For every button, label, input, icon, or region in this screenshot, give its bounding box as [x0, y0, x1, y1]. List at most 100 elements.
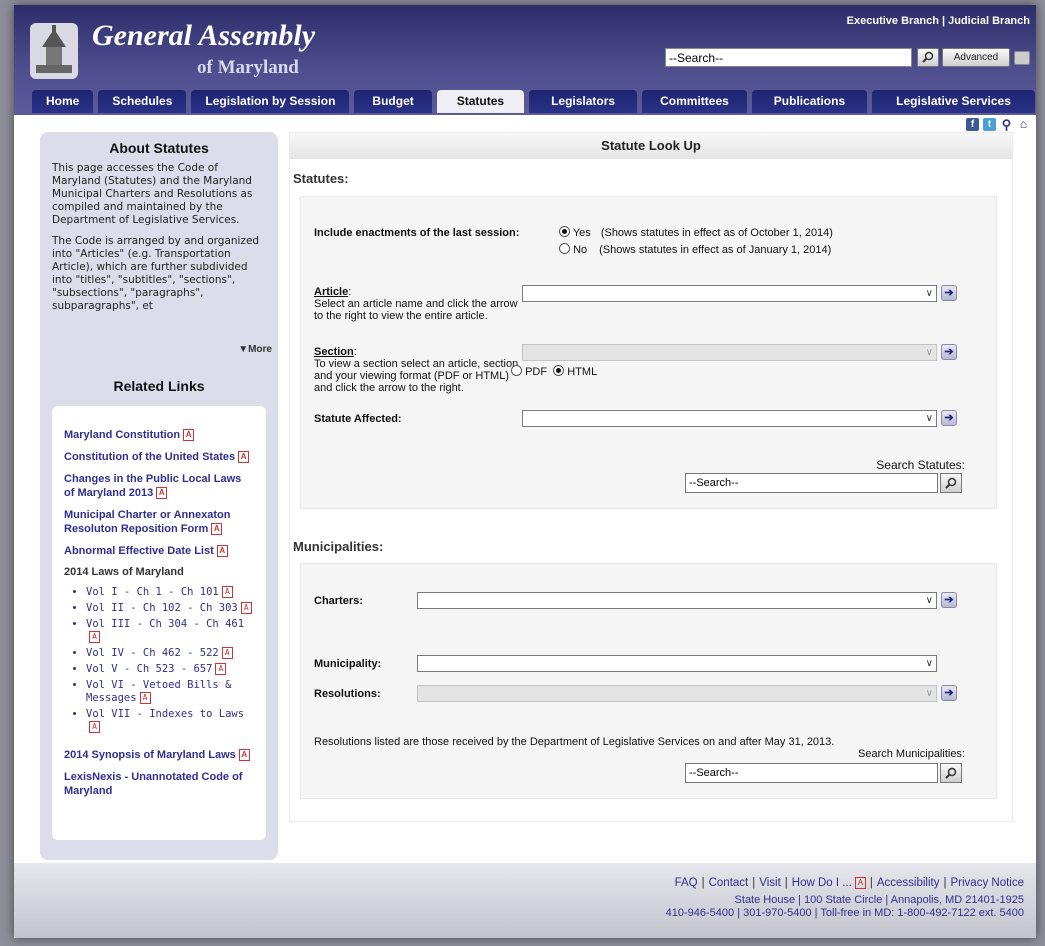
tab-budget[interactable]: Budget — [354, 90, 432, 113]
social-icons: f t ⚲ ⌂ — [966, 118, 1030, 131]
footer-links: FAQ | Contact | Visit | How Do I ... A | Accessib… — [674, 877, 1025, 890]
pdf-radio[interactable] — [511, 365, 522, 376]
search-icon — [922, 51, 934, 63]
address-line: State House | 100 State Circle | Annapol… — [734, 894, 1024, 906]
search-icon — [945, 477, 957, 489]
twitter-icon[interactable]: t — [983, 118, 996, 131]
accessibility-link[interactable]: Accessibility — [877, 877, 940, 889]
browser-page: General Assembly of Maryland Executive B… — [14, 5, 1036, 938]
laws-heading: 2014 Laws of Maryland — [64, 566, 184, 578]
advanced-search-button[interactable]: Advanced — [942, 48, 1010, 67]
volume-link[interactable]: Vol I - Ch 1 - Ch 101A — [86, 586, 254, 599]
pdf-icon: A — [221, 586, 233, 598]
pdf-icon: A — [240, 602, 252, 614]
article-select[interactable]: ∨ — [522, 285, 937, 302]
pdf-icon: A — [89, 721, 100, 733]
chevron-down-icon: ∨ — [925, 413, 933, 424]
volume-link[interactable]: Vol II - Ch 102 - Ch 303A — [86, 602, 254, 615]
print-icon[interactable] — [1014, 51, 1030, 65]
pin-icon[interactable]: ⚲ — [1000, 118, 1013, 131]
tab-publications[interactable]: Publications — [751, 90, 868, 113]
site-header: General Assembly of Maryland Executive B… — [14, 5, 1036, 115]
facebook-icon[interactable]: f — [966, 118, 979, 131]
maryland-constitution-link[interactable]: Maryland Constitution A — [64, 428, 254, 442]
chevron-down-icon: ∨ — [925, 288, 933, 299]
tab-home[interactable]: Home — [32, 90, 94, 113]
volume-link[interactable]: Vol IV - Ch 462 - 522A — [86, 647, 254, 660]
page-title: Statute Look Up — [290, 133, 1012, 159]
chevron-down-icon: ∨ — [925, 595, 933, 606]
search-statutes-button[interactable] — [940, 473, 962, 493]
statutes-heading: Statutes: — [293, 171, 349, 186]
more-toggle[interactable]: ▼More — [238, 344, 272, 355]
tab-legislation-by-session[interactable]: Legislation by Session — [191, 90, 350, 113]
page-footer: FAQ | Contact | Visit | How Do I ... A | Accessib… — [14, 863, 1036, 938]
charters-go-button[interactable]: ➔ — [941, 592, 957, 608]
statute-lookup-panel: Statute Look Up Statutes: Include enactm… — [289, 132, 1013, 822]
volume-link[interactable]: Vol V - Ch 523 - 657A — [86, 663, 254, 676]
site-title[interactable]: General Assembly — [92, 19, 315, 53]
statute-affected-label: Statute Affected: — [314, 413, 402, 425]
left-sidebar: About Statutes This page accesses the Co… — [40, 132, 278, 860]
about-paragraph-1: This page accesses the Code of Maryland … — [52, 162, 253, 226]
executive-branch-link[interactable]: Executive Branch — [847, 15, 939, 27]
advanced-search-label: Advanced — [953, 52, 999, 63]
volume-link[interactable]: Vol VII - Indexes to LawsA — [86, 708, 254, 734]
tab-statutes[interactable]: Statutes — [436, 90, 525, 113]
search-statutes-input[interactable] — [685, 473, 938, 493]
municipality-select[interactable]: ∨ — [417, 655, 937, 672]
synopsis-link[interactable]: 2014 Synopsis of Maryland Laws A — [64, 748, 254, 762]
statute-affected-select[interactable]: ∨ — [522, 410, 937, 427]
pdf-icon: A — [238, 451, 250, 464]
about-title: About Statutes — [109, 140, 209, 156]
statute-affected-go-button[interactable]: ➔ — [941, 410, 957, 426]
tab-committees[interactable]: Committees — [642, 90, 747, 113]
us-constitution-link[interactable]: Constitution of the United States A — [64, 450, 254, 464]
no-option[interactable]: No (Shows statutes in effect as of Januar… — [559, 243, 831, 256]
charters-select[interactable]: ∨ — [417, 592, 937, 609]
visit-link[interactable]: Visit — [759, 877, 781, 889]
contact-link[interactable]: Contact — [709, 877, 749, 889]
judicial-branch-link[interactable]: Judicial Branch — [948, 15, 1030, 27]
tab-legislative-services[interactable]: Legislative Services — [872, 90, 1035, 113]
html-radio[interactable] — [553, 365, 565, 376]
pdf-icon: A — [216, 545, 228, 558]
article-go-button[interactable]: ➔ — [941, 285, 957, 301]
resolutions-go-button[interactable]: ➔ — [941, 685, 957, 701]
faq-link[interactable]: FAQ — [675, 877, 698, 889]
how-do-i-link[interactable]: How Do I ... — [792, 877, 852, 889]
header-search-button[interactable] — [917, 48, 939, 67]
related-links-panel: Maryland Constitution A Constitution of t… — [52, 406, 266, 840]
volume-link[interactable]: Vol VI - Vetoed Bills & MessagesA — [86, 679, 254, 705]
about-text: This page accesses the Code of Maryland … — [40, 162, 278, 362]
search-icon — [945, 767, 957, 779]
resolutions-select[interactable]: ∨ — [417, 685, 937, 702]
pdf-icon: A — [211, 523, 223, 536]
municipalities-box: Charters: ∨ ➔ Municipality: ∨ Resolution… — [300, 563, 997, 799]
tab-schedules[interactable]: Schedules — [98, 90, 187, 113]
abnormal-effective-date-link[interactable]: Abnormal Effective Date List A — [64, 544, 254, 558]
lexisnexis-link[interactable]: LexisNexis - Unannotated Code of Marylan… — [64, 770, 254, 798]
site-subtitle: of Maryland — [197, 57, 299, 78]
statutes-box: Include enactments of the last session: … — [300, 196, 997, 509]
pdf-icon: A — [221, 647, 233, 659]
pdf-icon: A — [156, 487, 168, 500]
tab-legislators[interactable]: Legislators — [529, 90, 638, 113]
yes-option[interactable]: Yes (Shows statutes in effect as of Octob… — [559, 226, 833, 239]
no-radio[interactable] — [559, 243, 570, 254]
chevron-down-icon: ∨ — [925, 347, 933, 358]
search-municipalities-button[interactable] — [940, 763, 962, 783]
public-local-laws-link[interactable]: Changes in the Public Local Laws of Mary… — [64, 472, 254, 500]
yes-radio[interactable] — [559, 226, 570, 237]
charters-label: Charters: — [314, 595, 363, 607]
article-label: Article: Select an article name and click… — [314, 286, 518, 322]
state-seal-icon[interactable] — [30, 23, 78, 79]
header-search-input[interactable] — [665, 48, 912, 67]
search-municipalities-input[interactable] — [685, 763, 938, 783]
privacy-notice-link[interactable]: Privacy Notice — [951, 877, 1025, 889]
section-go-button[interactable]: ➔ — [941, 344, 957, 360]
municipal-charter-form-link[interactable]: Municipal Charter or Annexaton Resoluton… — [64, 508, 254, 536]
section-select[interactable]: ∨ — [522, 344, 937, 361]
volume-link[interactable]: Vol III - Ch 304 - Ch 461A — [86, 618, 254, 644]
capitol-icon[interactable]: ⌂ — [1017, 118, 1030, 131]
